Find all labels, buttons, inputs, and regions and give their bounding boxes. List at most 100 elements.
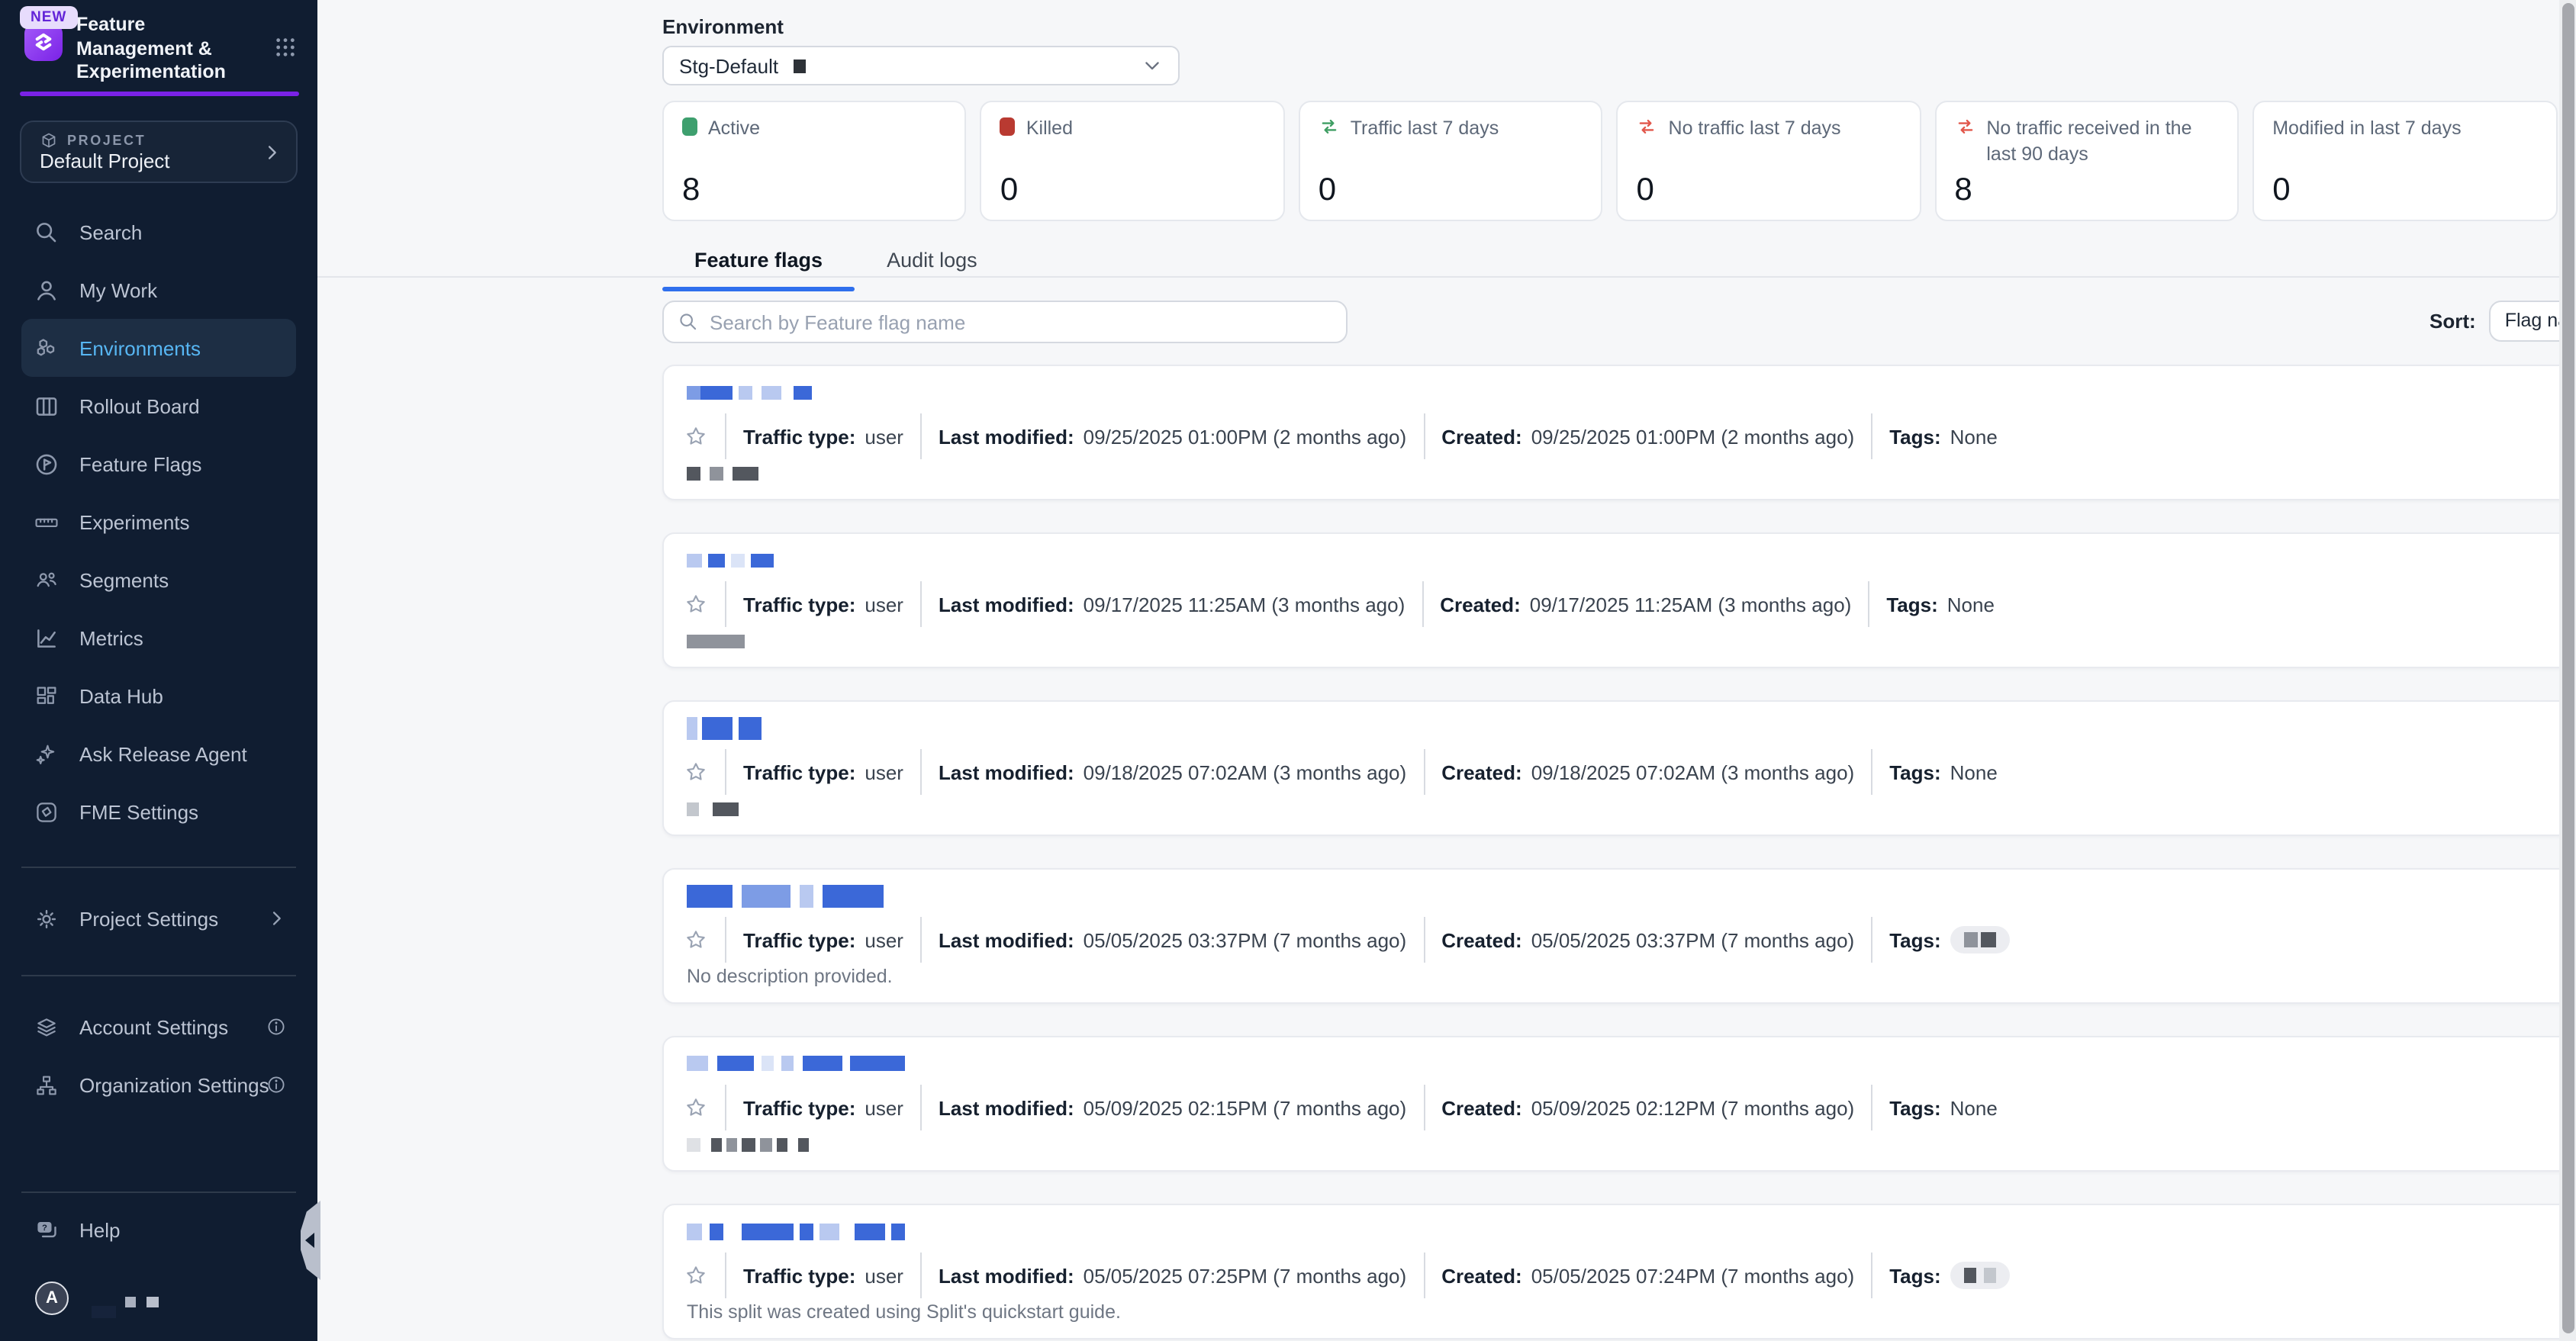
star-icon[interactable] — [684, 1263, 708, 1288]
star-icon[interactable] — [684, 592, 708, 616]
people-icon — [34, 567, 60, 593]
traffic-type-label-group: Traffic type:user — [743, 928, 903, 951]
feature-flag-row[interactable]: Traffic type:userLast modified:09/18/202… — [662, 700, 2576, 836]
meta-separator — [920, 917, 922, 963]
last-modified-value: 05/05/2025 07:25PM (7 months ago) — [1084, 1264, 1407, 1287]
flag-search-input[interactable] — [710, 310, 1332, 333]
sidebar-item-metrics[interactable]: Metrics — [21, 609, 296, 667]
sort-filter-cluster: Sort: Flag name A → Z Filter — [2429, 299, 2576, 342]
sidebar-divider — [21, 975, 296, 976]
meta-separator — [920, 749, 922, 795]
tags-label: Tags: — [1889, 1096, 1940, 1119]
tab-audit-logs[interactable]: Audit logs — [855, 241, 1009, 278]
sidebar-item-segments[interactable]: Segments — [21, 551, 296, 609]
chevron-right-icon — [266, 908, 287, 929]
traffic-type-label-group: Traffic type:user — [743, 593, 903, 616]
sidebar-item-organization-settings[interactable]: Organization Settings — [21, 1056, 296, 1114]
sidebar-item-label: Environments — [79, 336, 201, 359]
feature-flag-row[interactable]: Traffic type:userLast modified:05/05/202… — [662, 868, 2576, 1004]
page-scrollbar-thumb[interactable] — [2562, 3, 2574, 1333]
redacted-icon — [125, 1297, 136, 1307]
chevron-down-icon — [1141, 55, 1163, 76]
flag-title-redacted — [687, 884, 884, 907]
chevron-right-icon — [261, 142, 282, 163]
flag-title-redacted — [687, 1056, 905, 1071]
feature-flag-row[interactable]: Traffic type:userLast modified:09/17/202… — [662, 532, 2576, 668]
tab-feature-flags[interactable]: Feature flags — [662, 241, 855, 278]
status-square-icon — [682, 117, 697, 136]
flag-title-redacted — [687, 716, 762, 739]
meta-separator — [920, 1085, 922, 1130]
sidebar-item-data-hub[interactable]: Data Hub — [21, 667, 296, 725]
collapse-arrow-icon — [305, 1233, 314, 1248]
star-icon[interactable] — [684, 928, 708, 952]
star-icon[interactable] — [684, 424, 708, 449]
traffic-type-label: Traffic type: — [743, 1096, 855, 1119]
diamond-square-icon — [34, 799, 60, 825]
created-label: Created: — [1441, 1264, 1522, 1287]
sidebar-item-help[interactable]: ?Help — [21, 1201, 296, 1259]
project-selector[interactable]: PROJECT Default Project — [20, 121, 298, 183]
tag-pill-redacted — [1950, 926, 2010, 953]
sidebar: NEW Feature Management & Experimentation… — [0, 0, 317, 1341]
created-label-group: Created:09/25/2025 01:00PM (2 months ago… — [1441, 425, 1854, 448]
description-redacted — [687, 802, 739, 815]
created-label: Created: — [1441, 1096, 1522, 1119]
status-square-icon — [1000, 117, 1016, 136]
stat-card: Traffic last 7 days0 — [1299, 101, 1603, 221]
sidebar-item-fme-settings[interactable]: FME Settings — [21, 783, 296, 841]
sidebar-item-label: Search — [79, 220, 142, 243]
ruler-icon — [34, 509, 60, 535]
flag-meta-row: Traffic type:userLast modified:05/05/202… — [684, 915, 2576, 964]
created-value: 09/18/2025 07:02AM (3 months ago) — [1531, 761, 1855, 783]
sidebar-item-my-work[interactable]: My Work — [21, 261, 296, 319]
sidebar-tertiary: Account SettingsOrganization Settings — [0, 998, 317, 1114]
grid-squares-icon — [34, 683, 60, 709]
feature-flag-row[interactable]: Traffic type:userLast modified:05/09/202… — [662, 1036, 2576, 1172]
box-icon — [40, 131, 58, 150]
page-scrollbar[interactable] — [2559, 0, 2576, 1341]
traffic-type-label-group: Traffic type:user — [743, 761, 903, 783]
tags-label: Tags: — [1889, 1264, 1940, 1287]
avatar[interactable]: A — [35, 1282, 69, 1315]
sidebar-item-experiments[interactable]: Experiments — [21, 493, 296, 551]
flag-meta-row: Traffic type:userLast modified:05/05/202… — [684, 1251, 2576, 1300]
description-redacted — [687, 1137, 809, 1151]
traffic-type-label: Traffic type: — [743, 593, 855, 616]
last-modified-label: Last modified: — [939, 593, 1074, 616]
stat-label: No traffic last 7 days — [1669, 116, 1841, 142]
sidebar-item-rollout-board[interactable]: Rollout Board — [21, 377, 296, 435]
traffic-arrows-icon — [1637, 116, 1658, 137]
grid-dots-icon[interactable] — [273, 35, 298, 59]
stats-row: Active8Killed0Traffic last 7 days0No tra… — [662, 101, 2576, 221]
stat-label: Active — [708, 116, 760, 142]
last-modified-label-group: Last modified:05/09/2025 02:15PM (7 mont… — [939, 1096, 1406, 1119]
last-modified-label: Last modified: — [939, 425, 1074, 448]
sidebar-item-environments[interactable]: Environments — [21, 319, 296, 377]
environment-select[interactable]: Stg-Default — [662, 46, 1180, 85]
tags-value: None — [1950, 425, 1998, 448]
feature-flag-row[interactable]: Traffic type:userLast modified:09/25/202… — [662, 365, 2576, 500]
star-icon[interactable] — [684, 760, 708, 784]
gear-icon — [34, 905, 60, 931]
stat-card: No traffic received in the last 90 days8 — [1934, 101, 2239, 221]
sidebar-item-label: Experiments — [79, 510, 190, 533]
stat-label: Traffic last 7 days — [1351, 116, 1499, 142]
sidebar-item-project-settings[interactable]: Project Settings — [21, 889, 296, 947]
star-icon[interactable] — [684, 1095, 708, 1120]
traffic-arrows-icon — [1319, 116, 1340, 137]
tags-label-group: Tags:None — [1889, 1096, 1998, 1119]
sidebar-secondary: Project Settings — [0, 889, 317, 947]
meta-separator — [725, 1253, 726, 1298]
sidebar-item-label: Help — [79, 1218, 121, 1241]
feature-flag-row[interactable]: Traffic type:userLast modified:05/05/202… — [662, 1204, 2576, 1339]
stat-value: 0 — [1637, 172, 1654, 209]
meta-separator — [920, 413, 922, 459]
sidebar-item-search[interactable]: Search — [21, 203, 296, 261]
sidebar-item-ask-release-agent[interactable]: Ask Release Agent — [21, 725, 296, 783]
meta-separator — [920, 1253, 922, 1298]
flag-description — [687, 464, 758, 482]
sidebar-item-feature-flags[interactable]: Feature Flags — [21, 435, 296, 493]
tags-label: Tags: — [1889, 425, 1940, 448]
sidebar-item-account-settings[interactable]: Account Settings — [21, 998, 296, 1056]
